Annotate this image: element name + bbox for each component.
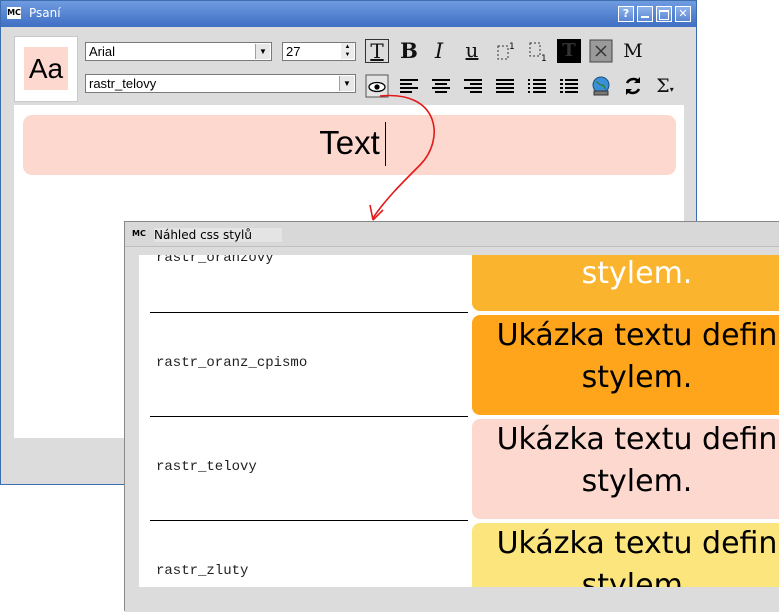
bullet-list-button[interactable] — [525, 74, 549, 98]
subscript-button[interactable]: 1 — [526, 39, 550, 64]
text-style-button[interactable]: T — [365, 39, 389, 63]
numbered-list-icon — [560, 79, 578, 93]
preview-status-strip — [125, 587, 779, 612]
style-sample: Ukázka textu defin stylem. — [472, 523, 779, 587]
minimize-button[interactable] — [637, 6, 653, 22]
svg-text:1: 1 — [541, 54, 547, 63]
style-sample-line: stylem. — [581, 464, 693, 499]
clear-format-button[interactable] — [589, 39, 613, 63]
style-list[interactable]: rastr_oranzovy stylem. rastr_oranz_cpism… — [139, 255, 779, 587]
align-justify-button[interactable] — [493, 74, 517, 98]
style-sample: Ukázka textu defin stylem. — [472, 315, 779, 415]
row-divider — [150, 520, 468, 521]
style-sample: stylem. — [472, 255, 779, 311]
row-divider — [150, 416, 468, 417]
clear-format-icon — [589, 39, 613, 63]
style-sample-line: stylem. — [581, 568, 693, 587]
style-sample-line: stylem. — [581, 360, 693, 395]
app-logo-icon: MC — [132, 229, 146, 238]
bold-button[interactable]: B — [397, 39, 421, 63]
math-button[interactable]: M — [621, 39, 645, 63]
chevron-down-icon[interactable]: ▼ — [255, 44, 270, 59]
preview-title-bar[interactable]: MC Náhled css stylů — [125, 222, 779, 247]
globe-icon — [592, 76, 610, 96]
paragraph-text: Text — [319, 124, 380, 161]
italic-button[interactable]: I — [427, 39, 451, 63]
subscript-icon: 1 — [529, 42, 547, 64]
align-right-button[interactable] — [461, 74, 485, 98]
superscript-button[interactable]: 1 — [494, 39, 518, 63]
font-family-select[interactable]: Arial ▼ — [85, 42, 272, 61]
style-preview-text: Aa — [24, 47, 68, 90]
help-button[interactable]: ? — [618, 6, 634, 22]
align-center-button[interactable] — [429, 74, 453, 98]
style-sample: Ukázka textu defin stylem. — [472, 419, 779, 519]
numbered-list-button[interactable] — [557, 74, 581, 98]
close-button[interactable]: ✕ — [675, 6, 691, 22]
style-name: rastr_zluty — [156, 563, 249, 579]
preview-window-title: Náhled css stylů — [154, 228, 282, 242]
superscript-icon: 1 — [497, 42, 515, 60]
increment-icon[interactable]: ▲ — [341, 43, 354, 51]
font-size-value: 27 — [286, 44, 301, 59]
align-justify-icon — [496, 79, 514, 93]
maximize-button[interactable] — [656, 6, 672, 22]
preview-styles-button[interactable] — [365, 74, 389, 98]
align-left-button[interactable] — [397, 74, 421, 98]
sum-label: Σ — [656, 75, 670, 97]
title-bar[interactable]: MC Psaní ? ✕ — [1, 1, 696, 27]
style-sample-line: stylem. — [581, 256, 693, 291]
style-preview: Aa — [14, 36, 78, 102]
css-preview-window: MC Náhled css stylů rastr_oranzovy style… — [124, 221, 779, 612]
font-size-stepper[interactable]: 27 ▲ ▼ — [282, 42, 356, 61]
eye-icon — [365, 74, 389, 98]
style-name: rastr_telovy — [156, 459, 257, 475]
window-title: Psaní — [29, 6, 61, 20]
formatting-toolbar: Aa Arial ▼ 27 ▲ ▼ rastr_telovy ▼ T B I u… — [14, 36, 684, 104]
style-select[interactable]: rastr_telovy ▼ — [85, 74, 356, 93]
chevron-down-icon[interactable]: ▼ — [339, 76, 354, 91]
decrement-icon[interactable]: ▼ — [341, 51, 354, 59]
text-color-button[interactable]: T — [557, 39, 581, 63]
align-center-icon — [432, 79, 450, 93]
style-sample-line: Ukázka textu defin — [496, 318, 778, 353]
row-divider — [150, 312, 468, 313]
insert-symbol-button[interactable]: Σ▾ — [653, 74, 677, 98]
font-family-value: Arial — [89, 44, 116, 59]
text-caret — [385, 122, 386, 166]
insert-link-button[interactable] — [589, 74, 613, 98]
styled-paragraph[interactable]: Text — [23, 115, 676, 175]
underline-button[interactable]: u — [460, 39, 484, 63]
style-value: rastr_telovy — [89, 76, 157, 91]
style-name: rastr_oranz_cpismo — [156, 355, 308, 371]
app-logo-icon: MC — [7, 7, 21, 19]
svg-text:1: 1 — [509, 42, 515, 52]
refresh-button[interactable] — [621, 74, 645, 98]
align-right-icon — [464, 79, 482, 93]
style-name: rastr_oranzovy — [156, 255, 274, 266]
chevron-down-icon: ▾ — [669, 85, 674, 94]
bullet-list-icon — [528, 79, 546, 93]
refresh-icon — [625, 77, 641, 95]
style-sample-line: Ukázka textu defin — [496, 422, 778, 457]
style-sample-line: Ukázka textu defin — [496, 526, 778, 561]
align-left-icon — [400, 79, 418, 93]
